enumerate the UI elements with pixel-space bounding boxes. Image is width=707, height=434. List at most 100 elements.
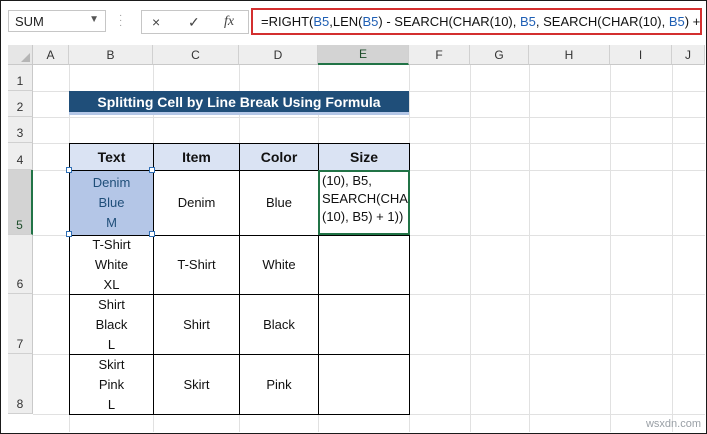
- text-line: Denim: [92, 175, 131, 190]
- name-box-value: SUM: [15, 13, 44, 29]
- table-cell-size[interactable]: [318, 294, 410, 355]
- table-header-label: Size: [349, 149, 378, 165]
- table-cell-text[interactable]: T-Shirt White XL: [69, 235, 154, 295]
- item-value: T-Shirt: [177, 257, 216, 272]
- formula-text: , SEARCH(CHAR(10),: [535, 14, 669, 29]
- row-header-1[interactable]: 1: [8, 65, 33, 91]
- column-header-a[interactable]: A: [33, 45, 69, 65]
- formula-text: ,LEN(: [329, 14, 363, 29]
- row-header-2[interactable]: 2: [8, 91, 33, 117]
- column-header-g[interactable]: G: [470, 45, 529, 65]
- row-header-3[interactable]: 3: [8, 117, 33, 143]
- table-header-label: Item: [182, 149, 211, 165]
- table-cell-text[interactable]: Shirt Black L: [69, 294, 154, 355]
- table-cell-size[interactable]: [318, 354, 410, 415]
- table-cell-color[interactable]: White: [239, 235, 319, 295]
- range-handle[interactable]: [149, 167, 155, 173]
- table-header-item[interactable]: Item: [153, 143, 240, 171]
- column-header-e[interactable]: E: [318, 45, 409, 65]
- sheet-title-banner: Splitting Cell by Line Break Using Formu…: [69, 91, 409, 115]
- row-header-4[interactable]: 4: [8, 143, 33, 170]
- multiline-text: Skirt Pink L: [99, 355, 125, 415]
- editor-line: SEARCH(CHAR: [322, 191, 410, 206]
- color-value: Blue: [265, 195, 293, 210]
- grid-column-line: [529, 65, 530, 432]
- formula-text: =RIGHT(: [261, 14, 314, 29]
- grid-row-line: [33, 117, 705, 118]
- select-all-button[interactable]: [8, 45, 33, 65]
- range-handle[interactable]: [66, 231, 72, 237]
- grid-column-line: [470, 65, 471, 432]
- name-box[interactable]: SUM ▼: [8, 10, 106, 32]
- text-line: Pink: [98, 376, 125, 392]
- range-handle[interactable]: [149, 231, 155, 237]
- text-line: Shirt: [98, 296, 125, 312]
- enter-icon[interactable]: ✓: [188, 14, 200, 31]
- table-header-size[interactable]: Size: [318, 143, 410, 171]
- text-line: L: [107, 336, 116, 352]
- column-header-h[interactable]: H: [529, 45, 610, 65]
- table-cell-item[interactable]: Shirt: [153, 294, 240, 355]
- table-cell-color[interactable]: Blue: [239, 170, 319, 236]
- table-cell-text[interactable]: Skirt Pink L: [69, 354, 154, 415]
- chevron-down-icon[interactable]: ▼: [89, 14, 99, 25]
- range-handle[interactable]: [66, 167, 72, 173]
- column-header-f[interactable]: F: [409, 45, 470, 65]
- item-value: Shirt: [183, 316, 210, 332]
- table-cell-item[interactable]: T-Shirt: [153, 235, 240, 295]
- formula-cell-ref: B5: [313, 14, 330, 29]
- row-header-7[interactable]: 7: [8, 294, 33, 354]
- text-line: White: [94, 257, 129, 272]
- text-line: L: [107, 396, 116, 412]
- row-header-6[interactable]: 6: [8, 235, 33, 294]
- color-value: Pink: [266, 376, 292, 392]
- text-line: XL: [103, 277, 120, 292]
- multiline-text: Denim Blue M: [93, 173, 131, 233]
- text-line: Blue: [98, 195, 125, 210]
- grid-column-line: [610, 65, 611, 432]
- column-header-i[interactable]: I: [610, 45, 672, 65]
- column-header-b[interactable]: B: [69, 45, 153, 65]
- cancel-icon[interactable]: ×: [152, 14, 160, 30]
- table-cell-size[interactable]: [318, 235, 410, 295]
- formula-input[interactable]: =RIGHT(B5,LEN(B5) - SEARCH(CHAR(10), B5,…: [251, 8, 702, 35]
- grid-column-line: [672, 65, 673, 432]
- formula-cell-ref: B5: [520, 14, 536, 29]
- table-header-label: Color: [260, 149, 298, 165]
- column-header-j[interactable]: J: [672, 45, 705, 65]
- table-header-text[interactable]: Text: [69, 143, 154, 171]
- fx-icon[interactable]: fx: [224, 14, 234, 30]
- formula-cell-ref: B5: [362, 14, 379, 29]
- formula-controls: × ✓ fx: [141, 10, 249, 34]
- active-cell-editor[interactable]: (10), B5, SEARCH(CHAR (10), B5) + 1)): [318, 170, 410, 235]
- sheet-title: Splitting Cell by Line Break Using Formu…: [97, 93, 381, 110]
- formula-text: ) - SEARCH(CHAR(10),: [378, 14, 520, 29]
- color-value: Black: [263, 316, 295, 332]
- text-line: Skirt: [98, 356, 125, 372]
- grip-dots-icon[interactable]: · · ·: [119, 11, 122, 31]
- text-line: M: [106, 215, 117, 230]
- multiline-text: Shirt Black L: [96, 295, 128, 355]
- table-cell-color[interactable]: Black: [239, 294, 319, 355]
- table-cell-item[interactable]: Skirt: [153, 354, 240, 415]
- formula-text: ) + 1)): [684, 14, 701, 29]
- row-header-5[interactable]: 5: [8, 170, 33, 235]
- row-header-8[interactable]: 8: [8, 354, 33, 414]
- column-header-d[interactable]: D: [239, 45, 318, 65]
- text-line: Black: [95, 316, 128, 332]
- text-line: T-Shirt: [92, 237, 131, 252]
- column-header-c[interactable]: C: [153, 45, 239, 65]
- table-cell-item[interactable]: Denim: [153, 170, 240, 236]
- multiline-text: T-Shirt White XL: [92, 235, 130, 295]
- item-value: Denim: [177, 195, 216, 210]
- item-value: Skirt: [183, 376, 210, 392]
- table-cell-text[interactable]: Denim Blue M: [69, 170, 154, 236]
- editor-line: (10), B5,: [322, 173, 372, 188]
- formula-cell-ref: B5: [668, 14, 685, 29]
- editor-line: (10), B5) + 1)): [322, 209, 404, 224]
- table-header-label: Text: [97, 149, 126, 165]
- table-header-color[interactable]: Color: [239, 143, 319, 171]
- color-value: White: [262, 257, 296, 272]
- watermark: wsxdn.com: [645, 418, 701, 430]
- table-cell-color[interactable]: Pink: [239, 354, 319, 415]
